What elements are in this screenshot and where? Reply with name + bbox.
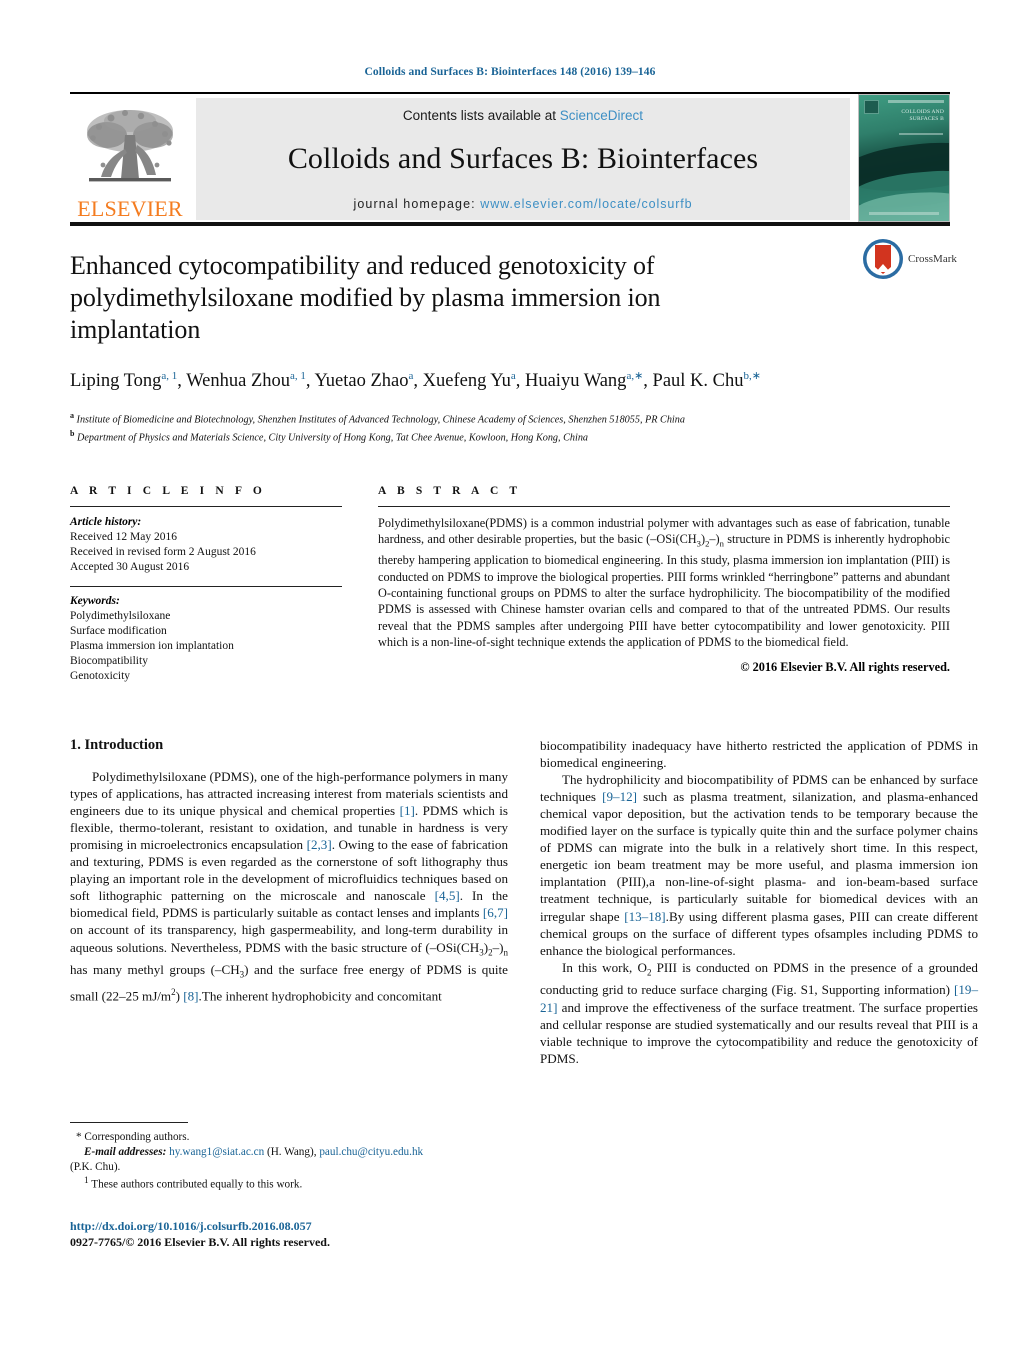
contents-available-line: Contents lists available at ScienceDirec… <box>196 108 850 123</box>
journal-title: Colloids and Surfaces B: Biointerfaces <box>287 142 759 175</box>
email-addresses-label: E-mail addresses: <box>84 1145 167 1158</box>
journal-cover-thumbnail: COLLOIDS AND SURFACES B <box>858 94 950 222</box>
crossmark-icon <box>862 238 904 280</box>
journal-masthead: ELSEVIER Contents lists available at Sci… <box>70 92 950 222</box>
affiliation-a: a Institute of Biomedicine and Biotechno… <box>70 411 685 426</box>
keyword-item: Surface modification <box>70 624 167 637</box>
crossmark-badge[interactable]: CrossMark <box>862 236 957 282</box>
keywords-rule <box>70 585 342 587</box>
article-info-column: A R T I C L E I N F O Article history: R… <box>70 485 342 685</box>
keyword-item: Biocompatibility <box>70 655 148 668</box>
intro-paragraph-right-2: The hydrophilicity and biocompatibility … <box>540 771 978 958</box>
contents-prefix: Contents lists available at <box>402 108 557 123</box>
running-head: Colloids and Surfaces B: Biointerfaces 1… <box>364 66 656 78</box>
history-received: Received 12 May 2016 <box>70 530 177 543</box>
footnote-number-marker: 1 <box>84 1176 89 1187</box>
abstract-column: A B S T R A C T Polydimethylsiloxane(PDM… <box>378 485 950 685</box>
journal-homepage-line: journal homepage: www.elsevier.com/locat… <box>196 197 850 211</box>
history-revised: Received in revised form 2 August 2016 <box>70 546 256 559</box>
body-column-right: biocompatibility inadequacy have hithert… <box>540 737 978 1067</box>
keywords-block: Keywords: Polydimethylsiloxane Surface m… <box>70 585 342 685</box>
footnote-block: * Corresponding authors. E-mail addresse… <box>70 1122 510 1193</box>
keyword-item: Plasma immersion ion implantation <box>70 639 234 652</box>
affiliation-b: b Department of Physics and Materials Sc… <box>70 429 589 444</box>
abstract-rule <box>378 505 950 507</box>
keyword-item: Polydimethylsiloxane <box>70 609 171 622</box>
email-link-chu[interactable]: paul.chu@cityu.edu.hk <box>319 1146 423 1158</box>
homepage-url-link[interactable]: www.elsevier.com/locate/colsurfb <box>480 197 692 211</box>
footnote-corresponding: * Corresponding authors. <box>76 1131 190 1143</box>
keyword-item: Genotoxicity <box>70 670 131 683</box>
article-info-rule <box>70 505 342 507</box>
info-abstract-region: A R T I C L E I N F O Article history: R… <box>70 485 950 685</box>
doi-block: http://dx.doi.org/10.1016/j.colsurfb.201… <box>70 1218 510 1250</box>
article-history-label: Article history: <box>70 515 142 528</box>
elsevier-tree-icon <box>81 105 179 197</box>
title-block: CrossMark Enhanced cytocompatibility and… <box>70 226 957 445</box>
intro-paragraph-right-3: In this work, O2 PIII is conducted on PD… <box>540 959 978 1066</box>
cover-journal-title: COLLOIDS AND SURFACES B <box>901 109 944 122</box>
crossmark-label: CrossMark <box>908 253 957 265</box>
sciencedirect-link[interactable]: ScienceDirect <box>560 108 643 123</box>
body-columns: 1. Introduction Polydimethylsiloxane (PD… <box>70 737 978 1067</box>
journal-band: Contents lists available at ScienceDirec… <box>196 98 850 220</box>
footnote-email-owner-chu: (P.K. Chu). <box>70 1160 121 1173</box>
intro-paragraph-right-1: biocompatibility inadequacy have hithert… <box>540 737 978 770</box>
article-info-heading: A R T I C L E I N F O <box>70 484 266 497</box>
keywords-label: Keywords: <box>70 594 120 607</box>
paper-page: Colloids and Surfaces B: Biointerfaces 1… <box>0 0 1020 1351</box>
intro-paragraph-left-1: Polydimethylsiloxane (PDMS), one of the … <box>70 768 509 1004</box>
elsevier-wordmark: ELSEVIER <box>77 196 183 221</box>
cover-elsevier-mark <box>864 100 879 114</box>
email-owner-wang: (H. Wang), <box>266 1145 317 1158</box>
author-list: Liping Tonga, 1, Wenhua Zhoua, 1, Yuetao… <box>70 370 761 392</box>
copyright-line: © 2016 Elsevier B.V. All rights reserved… <box>740 659 950 674</box>
email-link-wang[interactable]: hy.wang1@siat.ac.cn <box>169 1146 264 1158</box>
page-title: Enhanced cytocompatibility and reduced g… <box>70 251 661 344</box>
doi-link[interactable]: http://dx.doi.org/10.1016/j.colsurfb.201… <box>70 1218 510 1234</box>
elsevier-logo: ELSEVIER <box>70 94 190 224</box>
abstract-heading: A B S T R A C T <box>378 484 522 497</box>
homepage-label: journal homepage: <box>353 197 476 211</box>
footnote-emails: E-mail addresses: hy.wang1@siat.ac.cn (H… <box>70 1145 510 1160</box>
abstract-body: Polydimethylsiloxane(PDMS) is a common i… <box>378 515 950 650</box>
section-heading-introduction: 1. Introduction <box>70 736 164 753</box>
history-accepted: Accepted 30 August 2016 <box>70 561 190 574</box>
footnote-star-marker: * <box>76 1131 82 1143</box>
footnote-equal-contribution: 1 These authors contributed equally to t… <box>84 1176 303 1192</box>
body-column-left: 1. Introduction Polydimethylsiloxane (PD… <box>70 737 508 1067</box>
affiliation-list: a Institute of Biomedicine and Biotechno… <box>70 409 950 445</box>
footnote-rule <box>70 1122 188 1123</box>
issn-copyright-line: 0927-7765/© 2016 Elsevier B.V. All right… <box>70 1235 330 1249</box>
